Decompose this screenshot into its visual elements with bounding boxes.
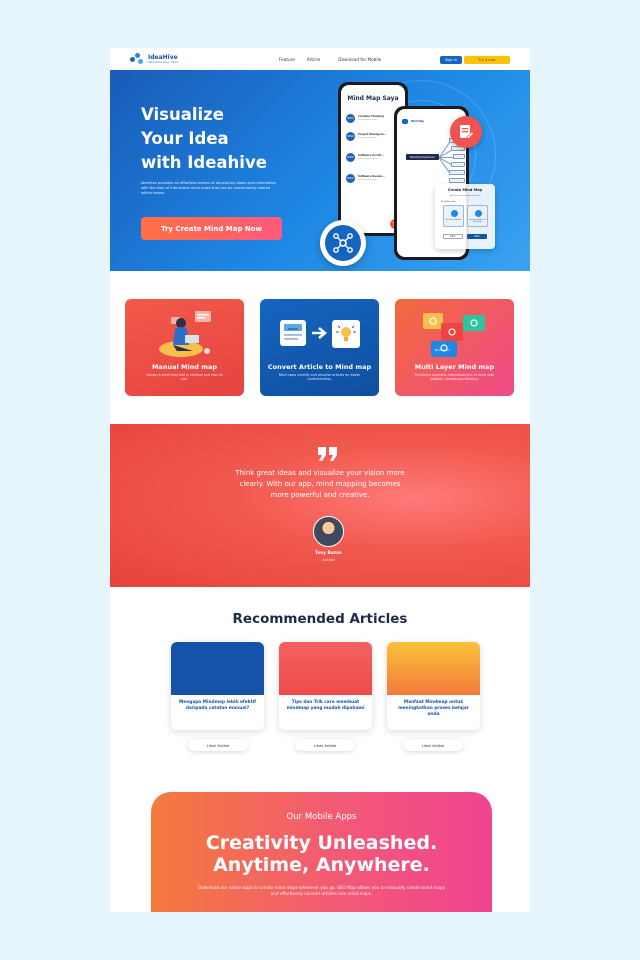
feature-description: Facilitates seamless interconnection of … <box>415 373 494 382</box>
feature-card-convert[interactable]: NEWS Convert Article to Mind map Mind ma… <box>260 299 379 396</box>
top-nav: IdeaHive Structure your mind Feature Art… <box>110 48 530 70</box>
article-to-mindmap-illustration <box>280 320 360 348</box>
create-mind-map-dialog: Create Mind Map Type to start planning t… <box>435 184 495 249</box>
phone-map-header-text: Mind Map <box>411 119 425 123</box>
hero-title-line: Visualize <box>141 105 224 124</box>
quote-icon <box>318 447 337 461</box>
mindmap-icon <box>451 210 458 217</box>
author-name: Tony Buzan <box>315 550 342 555</box>
article-card[interactable]: Manfaat Mindmap untuk meningkatkan prose… <box>387 642 480 730</box>
list-item-sub: Lorem ipsum dolor <box>358 136 377 139</box>
create-mind-map-button[interactable]: Try Create Mind Map Now <box>141 217 282 240</box>
brand-tagline: Structure your mind <box>148 59 179 64</box>
dialog-option-label: Generate Manual <box>445 219 462 221</box>
signin-button[interactable]: Sign in <box>440 56 462 64</box>
list-item-badge: MIND <box>346 174 355 183</box>
feature-card-manual[interactable]: Manual Mind map Design a mind map that i… <box>125 299 244 396</box>
mindmap-center-node: Marketing Department <box>406 154 439 160</box>
articles-section-title: Recommended Articles <box>232 611 408 627</box>
dialog-option-article[interactable]: Generate Article to Mind map <box>467 205 488 227</box>
list-item-sub: Lorem ipsum dolor <box>358 118 377 121</box>
brand-logo[interactable]: IdeaHive Structure your mind <box>130 53 178 65</box>
mindmap-network-icon <box>320 220 366 266</box>
hero-section: Visualize Your Idea with Ideahive IdeaHi… <box>110 70 530 271</box>
feature-title: Multi Layer Mind map <box>414 363 495 371</box>
phone-list-title: Mind Map Saya <box>347 95 399 102</box>
mobile-apps-section: Our Mobile Apps Creativity Unleashed. An… <box>151 792 492 912</box>
feature-title: Manual Mind map <box>151 363 218 371</box>
dialog-title: Create Mind Map <box>447 188 483 192</box>
mobile-title: Creativity Unleashed. Anytime, Anywhere. <box>151 832 492 876</box>
person-laptop-illustration <box>159 311 211 357</box>
nav-link-article[interactable]: Article <box>307 57 320 62</box>
dialog-next-button[interactable]: Next <box>467 234 487 239</box>
feature-card-multilayer[interactable]: Mind map 1 Multi Layer Mind map Facilita… <box>395 299 514 396</box>
mobile-title-line: Anytime, Anywhere. <box>213 854 430 876</box>
feature-description: Mind maps simplify and visualize article… <box>278 373 361 382</box>
try-it-now-button[interactable]: Try it now <box>464 56 510 64</box>
list-item-title: Software Develo... <box>358 175 386 179</box>
list-item-sub: Lorem ipsum dolor <box>358 178 377 181</box>
list-item-badge: MIND <box>346 132 355 141</box>
layered-mindmap-illustration <box>423 313 485 357</box>
nav-links: Feature Article Download for Mobile <box>279 48 381 70</box>
mobile-subtitle: Our Mobile Apps <box>286 812 357 822</box>
landing-page: IdeaHive Structure your mind Feature Art… <box>110 48 530 912</box>
testimonial-section: Think great ideas and visualize your vis… <box>110 424 530 587</box>
nav-link-download[interactable]: Download for Mobile <box>338 57 381 62</box>
nav-link-feature[interactable]: Feature <box>279 57 295 62</box>
dialog-subtitle: Type to start planning the path <box>449 195 481 197</box>
hero-description: IdeaHive provides an effortless means of… <box>141 181 276 196</box>
article-image <box>387 642 480 695</box>
edit-document-icon <box>450 116 482 148</box>
author-role: Author <box>322 557 335 562</box>
quote-text: Think great ideas and visualize your vis… <box>235 469 405 499</box>
news-label: NEWS <box>288 327 299 331</box>
hero-title-line: Your Idea <box>141 129 229 148</box>
article-title: Tips dan Trik cara membuat mindmap yang … <box>286 700 365 711</box>
dialog-option-manual[interactable]: Generate Manual <box>443 205 464 227</box>
list-item-title: Project Managem... <box>358 133 387 137</box>
article-image <box>279 642 372 695</box>
list-item-badge: MIND <box>346 153 355 162</box>
view-article-button[interactable]: Lihat Artikel <box>403 739 463 751</box>
article-title: Mengapa Mindmap lebih efektif daripada c… <box>179 700 256 711</box>
hero-title-line: with Ideahive <box>141 153 267 172</box>
list-item-sub: Lorem ipsum dolor <box>358 157 377 160</box>
list-item-badge: MIND <box>346 114 355 123</box>
article-title: Manfaat Mindmap untuk meningkatkan prose… <box>398 700 469 717</box>
feature-title: Convert Article to Mind map <box>267 363 372 371</box>
list-item-title: Creative Planning <box>358 115 384 119</box>
layer-label: Mind map 1 <box>435 349 451 352</box>
article-icon <box>475 210 482 217</box>
view-article-button[interactable]: Lihat Artikel <box>188 739 248 751</box>
dialog-back-button[interactable]: Back <box>443 234 463 239</box>
list-item-title: Software Archit... <box>358 154 384 158</box>
mobile-title-line: Creativity Unleashed. <box>205 832 438 854</box>
hive-logo-icon <box>130 53 144 65</box>
dialog-option-label: Generate Article to Mind map <box>468 219 487 224</box>
view-article-button[interactable]: Lihat Artikel <box>295 739 355 751</box>
hero-title: Visualize Your Idea with Ideahive <box>141 103 301 175</box>
author-avatar <box>313 516 344 547</box>
article-image <box>171 642 264 695</box>
article-card[interactable]: Tips dan Trik cara membuat mindmap yang … <box>279 642 372 730</box>
feature-description: Design a mind map that is intuitive and … <box>146 373 223 382</box>
mobile-description: Download our native apps to create mind … <box>198 885 445 896</box>
hive-logo-icon <box>402 118 408 124</box>
dialog-label: Pick Mind map <box>441 201 456 203</box>
article-card[interactable]: Mengapa Mindmap lebih efektif daripada c… <box>171 642 264 730</box>
